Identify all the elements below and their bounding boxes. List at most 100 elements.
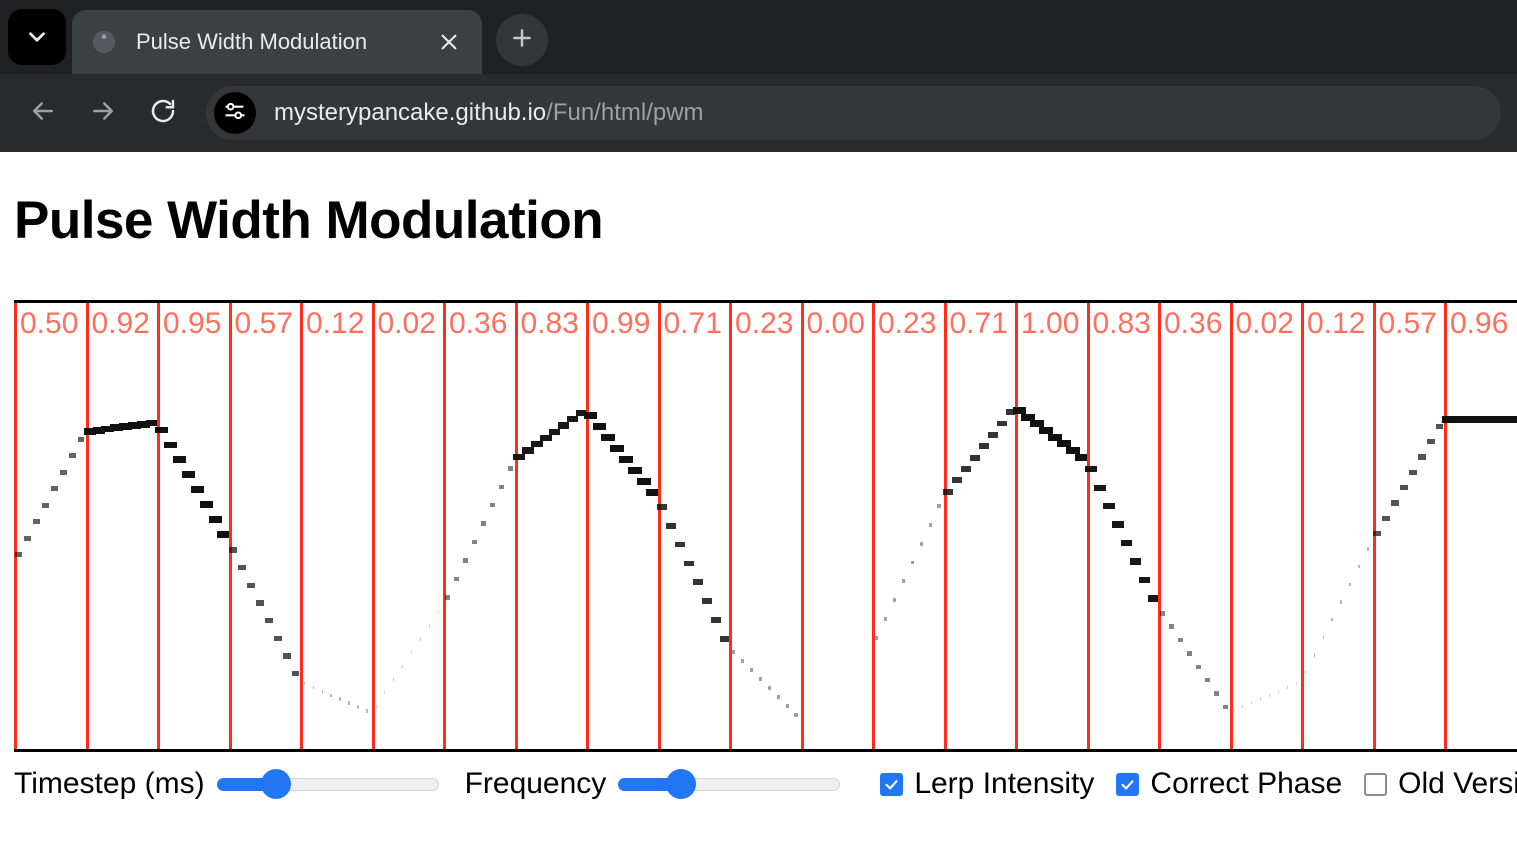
pwm-pulse-dash bbox=[237, 565, 246, 571]
pwm-pulse-dash bbox=[1381, 515, 1390, 521]
pwm-pulse-dash bbox=[291, 670, 300, 677]
pwm-pulse-dash bbox=[1426, 439, 1435, 445]
pwm-pulse-dash bbox=[1390, 500, 1399, 506]
checkbox-correct-phase[interactable]: Correct Phase bbox=[1116, 767, 1342, 801]
url-path: /Fun/html/pwm bbox=[546, 99, 704, 126]
pwm-pulse-dash bbox=[154, 426, 169, 434]
period-value-label: 0.36 bbox=[449, 307, 508, 340]
pwm-pulse-dash bbox=[1408, 469, 1417, 475]
pwm-pulse-dash bbox=[330, 693, 333, 698]
plus-icon bbox=[509, 25, 535, 56]
pwm-pulse-dash bbox=[710, 617, 721, 623]
pwm-pulse-dash bbox=[282, 653, 291, 659]
close-icon[interactable] bbox=[432, 25, 466, 59]
pwm-pulse-dash bbox=[384, 691, 386, 695]
pwm-pulse-dash bbox=[1085, 466, 1097, 473]
period-divider-line bbox=[1086, 303, 1090, 749]
period-value-label: 0.95 bbox=[163, 307, 222, 340]
site-settings-button[interactable] bbox=[214, 92, 256, 134]
pwm-pulse-dash bbox=[1120, 539, 1133, 547]
pwm-pulse-dash bbox=[874, 635, 879, 640]
pwm-pulse-dash bbox=[1399, 484, 1408, 491]
checkbox-lerp-intensity-box[interactable] bbox=[880, 772, 904, 796]
period-divider-line bbox=[872, 303, 875, 749]
pwm-pulse-dash bbox=[303, 681, 306, 686]
period-value-label: 0.83 bbox=[520, 307, 579, 340]
pwm-pulse-dash bbox=[883, 617, 887, 621]
period-divider-line bbox=[85, 303, 89, 749]
pwm-pulse-dash bbox=[1504, 416, 1517, 423]
pwm-pulse-dash bbox=[471, 539, 477, 545]
pwm-pulse-dash bbox=[59, 469, 67, 475]
reload-button[interactable] bbox=[136, 86, 190, 140]
url-text[interactable]: mysterypancake.github.io/Fun/html/pwm bbox=[274, 99, 704, 127]
pwm-pulse-dash bbox=[628, 467, 642, 475]
period-divider-line bbox=[1015, 303, 1018, 749]
pwm-pulse-dash bbox=[1331, 618, 1334, 622]
arrow-left-icon bbox=[28, 96, 58, 131]
new-tab-button[interactable] bbox=[496, 14, 548, 66]
pwm-pulse-dash bbox=[1177, 637, 1183, 643]
pwm-pulse-dash bbox=[264, 618, 273, 624]
url-host: mysterypancake.github.io bbox=[274, 99, 547, 126]
period-value-label: 0.50 bbox=[20, 307, 79, 340]
pwm-pulse-dash bbox=[208, 516, 222, 523]
pwm-pulse-dash bbox=[402, 664, 404, 668]
period-divider-line bbox=[943, 303, 947, 749]
period-divider-line bbox=[1229, 303, 1233, 749]
pwm-pulse-dash bbox=[978, 443, 989, 450]
period-value-label: 0.12 bbox=[306, 307, 365, 340]
pwm-pulse-dash bbox=[429, 624, 431, 628]
pwm-pulse-dash bbox=[1304, 670, 1307, 675]
tab-search-button[interactable] bbox=[8, 9, 66, 65]
period-value-label: 0.71 bbox=[949, 307, 1008, 340]
address-bar[interactable]: mysterypancake.github.io/Fun/html/pwm bbox=[206, 86, 1501, 140]
pwm-pulse-dash bbox=[480, 521, 486, 526]
pwm-pulse-dash bbox=[23, 535, 31, 541]
pwm-pulse-dash bbox=[321, 689, 324, 694]
pwm-pulse-dash bbox=[1168, 624, 1174, 629]
pwm-pulse-dash bbox=[190, 486, 204, 494]
period-value-label: 0.36 bbox=[1164, 307, 1223, 340]
pwm-pulse-dash bbox=[758, 676, 762, 681]
check-icon bbox=[1121, 779, 1134, 789]
checkbox-old-version-box[interactable] bbox=[1364, 772, 1388, 796]
pwm-pulse-dash bbox=[1222, 704, 1228, 709]
pwm-pulse-dash bbox=[199, 501, 213, 509]
browser-tab[interactable]: Pulse Width Modulation bbox=[72, 10, 482, 74]
pwm-pulse-dash bbox=[1269, 693, 1271, 697]
timestep-slider-thumb[interactable] bbox=[260, 769, 291, 799]
frequency-slider-thumb[interactable] bbox=[666, 769, 697, 799]
pwm-pulse-dash bbox=[1129, 558, 1142, 565]
pwm-pulse-dash bbox=[1373, 530, 1381, 537]
pwm-pulse-dash bbox=[1186, 651, 1192, 656]
pwm-pulse-dash bbox=[1242, 705, 1244, 709]
pwm-pulse-dash bbox=[1358, 565, 1360, 569]
pwm-pulse-dash bbox=[657, 503, 667, 510]
pwm-pulse-dash bbox=[348, 701, 350, 705]
pwm-pulse-dash bbox=[77, 436, 85, 442]
pwm-pulse-dash bbox=[366, 709, 368, 713]
pwm-pulse-dash bbox=[969, 454, 980, 461]
checkbox-lerp-intensity[interactable]: Lerp Intensity bbox=[880, 767, 1094, 801]
pwm-pulse-dash bbox=[1340, 600, 1343, 604]
pwm-pulse-dash bbox=[15, 552, 22, 558]
period-value-label: 0.02 bbox=[1235, 307, 1294, 340]
arrow-right-icon bbox=[88, 96, 118, 131]
frequency-slider[interactable] bbox=[618, 769, 841, 799]
pwm-pulse-dash bbox=[919, 541, 923, 546]
pwm-pulse-dash bbox=[312, 685, 315, 690]
period-value-label: 0.83 bbox=[1092, 307, 1151, 340]
timestep-label: Timestep (ms) bbox=[14, 767, 205, 800]
pwm-pulse-dash bbox=[566, 416, 579, 423]
checkbox-old-version[interactable]: Old Version bbox=[1364, 767, 1517, 801]
timestep-slider[interactable] bbox=[216, 769, 439, 799]
checkbox-correct-phase-box[interactable] bbox=[1116, 772, 1140, 796]
tab-strip: Pulse Width Modulation bbox=[0, 0, 1517, 74]
forward-button[interactable] bbox=[76, 86, 130, 140]
browser-toolbar: mysterypancake.github.io/Fun/html/pwm bbox=[0, 74, 1517, 152]
reload-icon bbox=[148, 96, 178, 131]
pwm-pulse-dash bbox=[740, 658, 744, 663]
back-button[interactable] bbox=[16, 86, 70, 140]
pwm-pulse-dash bbox=[1112, 521, 1124, 528]
